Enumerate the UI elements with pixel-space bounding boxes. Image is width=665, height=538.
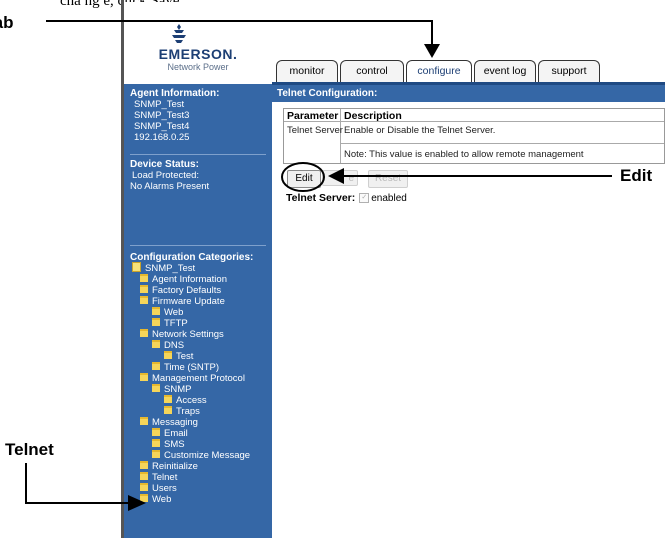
arrow-left-icon [328, 168, 344, 184]
annotation-overlay [25, 20, 612, 511]
arrow-down-icon [424, 44, 440, 58]
arrow-right-icon [128, 495, 146, 511]
edit-highlight-circle [281, 162, 325, 192]
